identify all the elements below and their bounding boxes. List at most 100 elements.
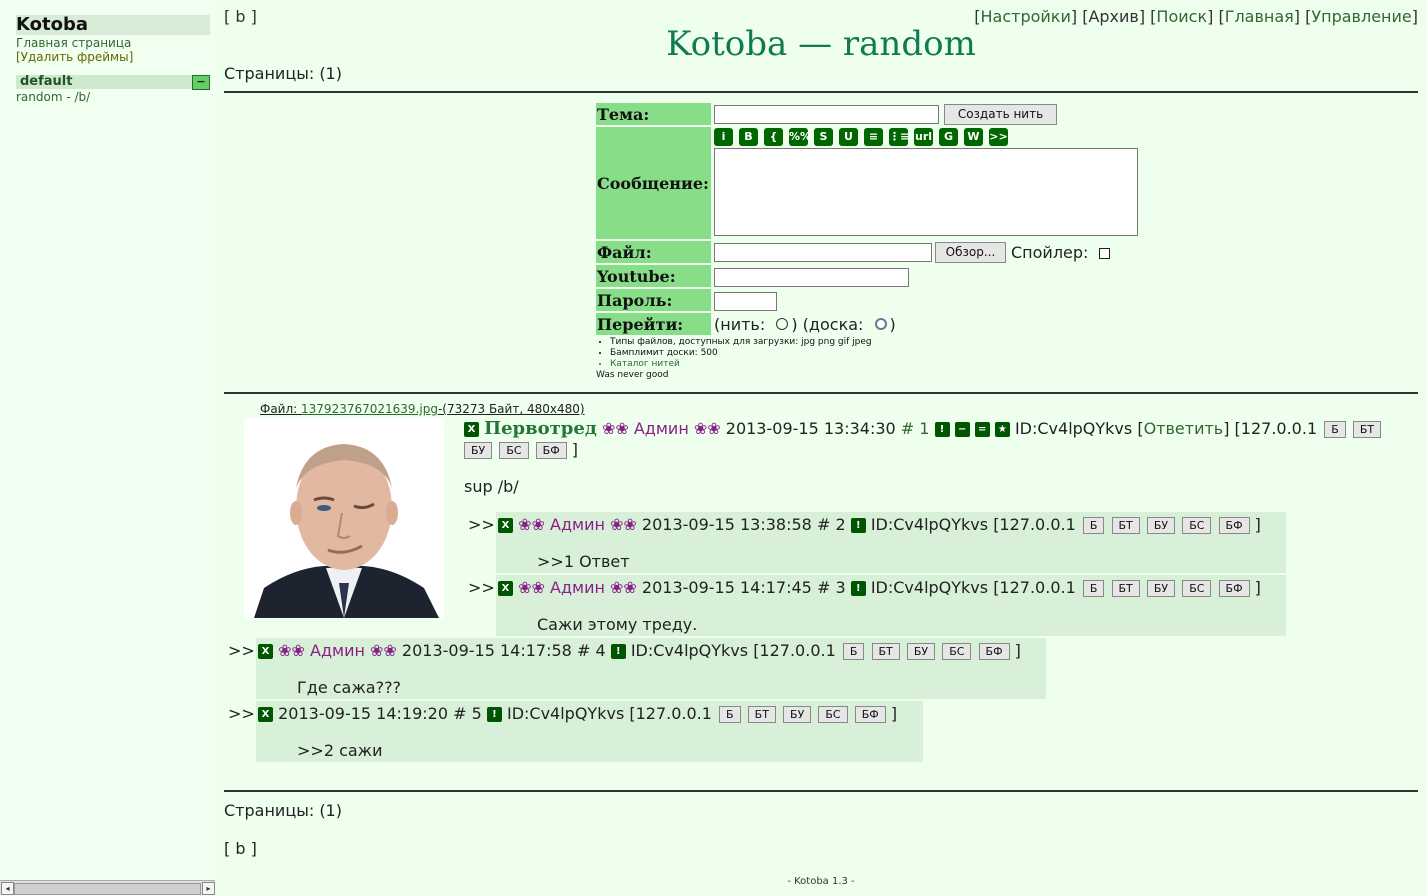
ban-button[interactable]: Б	[719, 706, 741, 723]
password-label: Пароль:	[596, 289, 711, 311]
message-textarea[interactable]	[714, 148, 1138, 236]
close-bracket: ]	[1014, 641, 1021, 660]
reply-post: X 2013-09-15 14:19:20 # 5 ! ID:Cv4lpQYkv…	[256, 701, 923, 762]
reply-text: >>1 Ответ	[537, 552, 630, 571]
ban-delete-button[interactable]: БУ	[783, 706, 812, 723]
spoiler-checkbox[interactable]	[1099, 248, 1110, 259]
scroll-right-icon[interactable]: ▸	[202, 882, 215, 895]
create-thread-button[interactable]: Создать нить	[944, 104, 1057, 125]
scrollbar-thumb[interactable]	[14, 883, 201, 895]
post-date: 2013-09-15 14:17:45	[641, 578, 812, 597]
horizontal-scrollbar[interactable]: ◂ ▸	[0, 880, 215, 895]
divider	[224, 392, 1418, 394]
ban-delete-button[interactable]: БУ	[464, 442, 493, 459]
collapse-button[interactable]: −	[192, 75, 210, 90]
catalog-link[interactable]: Каталог нитей	[610, 359, 872, 370]
delete-post-icon[interactable]: X	[498, 581, 513, 596]
ban-thread-button[interactable]: БТ	[1352, 421, 1382, 438]
post-number-link[interactable]: # 1	[901, 419, 930, 438]
file-input[interactable]	[714, 243, 932, 262]
format-strike-button[interactable]: S	[814, 128, 833, 146]
goto-thread-radio[interactable]	[776, 318, 789, 330]
report-icon[interactable]: !	[850, 518, 866, 533]
reply-arrow: >>	[468, 578, 495, 597]
format-numbered-list-button[interactable]: ⋮≡	[889, 128, 909, 146]
pages-top[interactable]: Страницы: (1)	[224, 64, 342, 83]
format-list-button[interactable]: ≡	[864, 128, 883, 146]
expand-thread-icon[interactable]: =	[974, 422, 990, 437]
password-input[interactable]	[714, 292, 777, 311]
format-url-button[interactable]: url	[914, 128, 933, 146]
thread-image-thumbnail[interactable]	[244, 418, 444, 618]
reply-text: >>2 сажи	[297, 741, 383, 760]
youtube-input[interactable]	[714, 268, 909, 287]
delete-post-icon[interactable]: X	[258, 644, 273, 659]
hide-thread-icon[interactable]: −	[954, 422, 970, 437]
ban-button[interactable]: Б	[842, 643, 865, 660]
delete-post-icon[interactable]: X	[498, 518, 513, 533]
favorite-star-icon[interactable]: ★	[994, 422, 1010, 437]
ban-sage-button[interactable]: БС	[499, 442, 529, 459]
delete-post-icon[interactable]: X	[258, 707, 273, 722]
format-code-button[interactable]: { }	[764, 128, 783, 161]
ban-sage-button[interactable]: БС	[942, 643, 972, 660]
post-number-link[interactable]: # 4	[577, 641, 606, 660]
delete-post-icon[interactable]: X	[464, 422, 479, 437]
post-number-link[interactable]: # 2	[817, 515, 846, 534]
sidebar-delete-frames-link[interactable]: [Удалить фреймы]	[16, 50, 133, 64]
report-icon[interactable]: !	[610, 644, 626, 659]
format-quote-button[interactable]: >>	[989, 128, 1008, 146]
format-bold-button[interactable]: B	[739, 128, 758, 146]
report-icon[interactable]: !	[934, 422, 950, 437]
format-spoiler-button[interactable]: %%	[789, 128, 811, 146]
ban-delete-button[interactable]: БУ	[1146, 580, 1176, 597]
ban-delete-button[interactable]: БУ	[906, 643, 936, 660]
ban-file-button[interactable]: БФ	[1218, 580, 1250, 597]
report-icon[interactable]: !	[850, 581, 866, 596]
post-number-link[interactable]: # 3	[817, 578, 846, 597]
format-google-button[interactable]: G	[939, 128, 958, 146]
ban-file-button[interactable]: БФ	[535, 442, 567, 459]
op-text: sup /b/	[464, 477, 519, 496]
ban-sage-button[interactable]: БС	[1182, 580, 1212, 597]
ban-thread-button[interactable]: БТ	[747, 706, 776, 723]
close-bracket: ]	[1254, 515, 1261, 534]
ban-file-button[interactable]: БФ	[854, 706, 886, 723]
ban-thread-button[interactable]: БТ	[1111, 517, 1140, 534]
file-prefix: Файл:	[260, 402, 298, 416]
format-underline-button[interactable]: U	[839, 128, 858, 146]
browse-button[interactable]: Обзор...	[935, 242, 1006, 263]
goto-board-radio[interactable]	[874, 318, 887, 330]
report-icon[interactable]: !	[486, 707, 502, 722]
message-label: Сообщение:	[596, 127, 711, 239]
ban-delete-button[interactable]: БУ	[1146, 517, 1176, 534]
ban-button[interactable]: Б	[1082, 580, 1105, 597]
poster-name: ❀❀ Админ ❀❀	[518, 515, 637, 534]
format-wiki-button[interactable]: W	[964, 128, 983, 146]
ban-file-button[interactable]: БФ	[978, 643, 1010, 660]
ban-thread-button[interactable]: БТ	[871, 643, 900, 660]
ban-button[interactable]: Б	[1082, 517, 1105, 534]
sidebar-home-link[interactable]: Главная страница	[16, 36, 131, 50]
poster-id: ID:Cv4lpQYkvs [127.0.0.1	[506, 704, 712, 723]
ban-sage-button[interactable]: БС	[818, 706, 848, 723]
ban-button[interactable]: Б	[1324, 421, 1346, 438]
reply-link[interactable]: Ответить	[1144, 419, 1224, 438]
pages-bottom[interactable]: Страницы: (1)	[224, 801, 342, 820]
poster-name: ❀❀ Админ ❀❀	[278, 641, 397, 660]
note-bumplimit: Бамплимит доски: 500	[610, 348, 872, 359]
subject-input[interactable]	[714, 105, 939, 124]
op-header: X Первотред ❀❀ Админ ❀❀ 2013-09-15 13:34…	[464, 418, 1382, 439]
post-date: 2013-09-15 13:38:58	[641, 515, 812, 534]
scroll-left-icon[interactable]: ◂	[1, 882, 14, 895]
post-number-link[interactable]: # 5	[453, 704, 482, 723]
post-date: 2013-09-15 13:34:30	[725, 419, 896, 438]
board-link-bottom[interactable]: [ b ]	[224, 839, 257, 858]
sidebar-item-random[interactable]: random - /b/	[16, 90, 90, 104]
ban-file-button[interactable]: БФ	[1218, 517, 1250, 534]
format-italic-button[interactable]: i	[714, 128, 733, 146]
file-link[interactable]: 137923767021639.jpg	[301, 402, 438, 416]
ban-thread-button[interactable]: БТ	[1111, 580, 1140, 597]
reply-text: Где сажа???	[297, 678, 402, 697]
ban-sage-button[interactable]: БС	[1182, 517, 1212, 534]
